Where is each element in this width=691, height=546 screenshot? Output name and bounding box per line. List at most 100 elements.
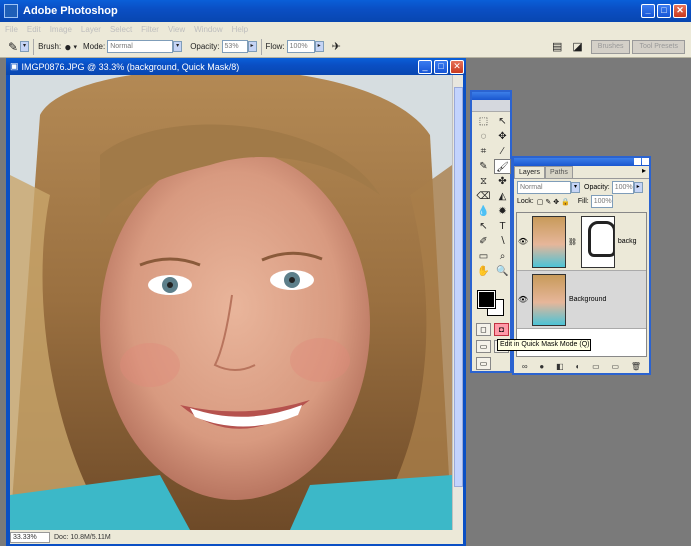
menu-help[interactable]: Help <box>232 25 248 34</box>
tab-layers[interactable]: Layers <box>514 166 546 178</box>
crop-tool-icon[interactable]: ⌗ <box>475 144 492 159</box>
zoom-field[interactable]: 33.33% <box>10 531 50 543</box>
eraser-tool-icon[interactable]: ⌫ <box>475 189 492 204</box>
blur-tool-icon[interactable]: 💧 <box>475 204 492 219</box>
photoshop-logo-icon <box>4 4 18 18</box>
fill-input[interactable]: 100% <box>590 195 613 208</box>
type-tool-icon[interactable]: T <box>494 219 511 234</box>
options-bar: ✎ ▾ Brush: ● ▾ Mode: Normal ▾ Opacity: 5… <box>0 36 691 58</box>
menu-file[interactable]: File <box>5 25 18 34</box>
add-mask-icon[interactable]: ◧ <box>556 362 564 374</box>
divider <box>33 38 35 55</box>
flow-label: Flow: <box>265 42 285 51</box>
screen-mode-standard-button[interactable]: ▭ <box>476 340 491 353</box>
doc-minimize-button[interactable]: _ <box>418 59 432 74</box>
opacity-input[interactable]: 53% <box>221 40 248 53</box>
layer-row[interactable]: 👁 ⛓ backg <box>517 213 646 271</box>
lock-position-icon[interactable]: ✥ <box>553 198 559 206</box>
well-tab-tool-presets[interactable]: Tool Presets <box>632 39 685 54</box>
history-brush-tool-icon[interactable]: ✤ <box>494 174 511 189</box>
layers-palette-title-bar[interactable] <box>514 158 649 166</box>
brush-tool-icon[interactable]: 🖌 <box>494 159 511 174</box>
lock-image-icon[interactable]: ✎ <box>545 198 551 206</box>
opacity-slider-icon[interactable]: ▸ <box>247 41 257 52</box>
menu-select[interactable]: Select <box>110 25 132 34</box>
link-layers-icon[interactable]: ∞ <box>522 362 528 374</box>
layer-mask-thumbnail[interactable] <box>580 215 615 268</box>
eye-icon[interactable]: 👁 <box>517 295 529 304</box>
palette-minimize-icon[interactable] <box>634 158 641 165</box>
magic-wand-tool-icon[interactable]: ✥ <box>494 129 511 144</box>
eyedropper-tool-icon[interactable]: ⌕ <box>494 249 511 264</box>
tools-palette-title-bar[interactable] <box>472 92 510 100</box>
brush-preset-icon[interactable]: ● <box>64 40 71 54</box>
eye-icon[interactable]: 👁 <box>517 237 529 246</box>
new-set-icon[interactable]: ▭ <box>592 362 600 374</box>
close-button[interactable]: ✕ <box>673 4 687 18</box>
menu-image[interactable]: Image <box>50 25 72 34</box>
palette-menu-icon[interactable]: ▸ <box>642 166 649 178</box>
notes-tool-icon[interactable]: ▭ <box>475 249 492 264</box>
lasso-tool-icon[interactable]: ◌ <box>475 129 492 144</box>
layer-opacity-slider-icon[interactable]: ▸ <box>633 181 643 193</box>
fill-label: Fill: <box>577 198 589 205</box>
adobe-online-icon[interactable] <box>472 100 510 112</box>
file-browser-icon[interactable]: ▤ <box>552 40 562 53</box>
line-tool-icon[interactable]: ∖ <box>494 234 511 249</box>
menu-filter[interactable]: Filter <box>141 25 159 34</box>
doc-maximize-button[interactable]: □ <box>434 59 448 74</box>
doc-close-button[interactable]: ✕ <box>450 59 464 74</box>
menu-edit[interactable]: Edit <box>27 25 41 34</box>
chain-link-icon[interactable]: ⛓ <box>568 238 577 246</box>
gradient-tool-icon[interactable]: ◭ <box>494 189 511 204</box>
minimize-button[interactable]: _ <box>641 4 655 18</box>
zoom-tool-icon[interactable]: 🔍 <box>494 264 511 279</box>
foreground-color-swatch[interactable] <box>477 290 496 309</box>
move-tool-icon[interactable]: ↖ <box>494 114 511 129</box>
app-title-bar: Adobe Photoshop _ □ ✕ <box>0 0 691 22</box>
layer-row[interactable]: 👁 Background <box>517 271 646 329</box>
menu-layer[interactable]: Layer <box>81 25 101 34</box>
layer-style-icon[interactable]: ● <box>539 362 544 374</box>
slice-tool-icon[interactable]: ∕ <box>494 144 511 159</box>
flow-slider-icon[interactable]: ▸ <box>314 41 324 52</box>
standard-mode-button[interactable]: ◻ <box>476 323 491 336</box>
marquee-tool-icon[interactable]: ⬚ <box>475 114 492 129</box>
healing-brush-tool-icon[interactable]: ✎ <box>475 159 492 174</box>
menu-window[interactable]: Window <box>194 25 222 34</box>
lock-all-icon[interactable]: 🔒 <box>561 198 570 206</box>
blend-mode-dropdown-icon[interactable]: ▾ <box>571 181 580 193</box>
mode-select[interactable]: Normal <box>107 40 174 53</box>
dodge-tool-icon[interactable]: ✹ <box>494 204 511 219</box>
trash-icon[interactable]: 🗑 <box>631 362 641 374</box>
flow-input[interactable]: 100% <box>286 40 315 53</box>
document-title-bar[interactable]: ▣ IMGP0876.JPG @ 33.3% (background, Quic… <box>6 58 466 75</box>
maximize-button[interactable]: □ <box>657 4 671 18</box>
quick-mask-mode-button[interactable]: ◘ <box>494 323 509 336</box>
scrollbar-thumb[interactable] <box>454 87 463 487</box>
mode-dropdown-icon[interactable]: ▾ <box>173 41 183 52</box>
well-tab-brushes[interactable]: Brushes <box>590 39 631 54</box>
new-layer-icon[interactable]: ▭ <box>611 362 619 374</box>
jump-to-imageready-button[interactable]: ▭ <box>476 357 491 370</box>
vertical-scrollbar[interactable] <box>452 75 463 530</box>
adjustment-layer-icon[interactable]: ◐ <box>575 362 580 374</box>
palette-well-icon[interactable]: ◪ <box>572 40 582 53</box>
layer-opacity-input[interactable]: 100% <box>611 180 634 194</box>
path-selection-tool-icon[interactable]: ↖ <box>475 219 492 234</box>
pen-tool-icon[interactable]: ✐ <box>475 234 492 249</box>
menubar: File Edit Image Layer Select Filter View… <box>0 22 691 36</box>
palette-close-icon[interactable] <box>642 158 649 165</box>
image-canvas[interactable] <box>10 75 452 530</box>
portrait-photo <box>10 75 452 530</box>
hand-tool-icon[interactable]: ✋ <box>475 264 492 279</box>
brush-dropdown-icon[interactable]: ▾ <box>73 43 77 51</box>
tool-preset-dropdown-icon[interactable]: ▾ <box>20 41 30 52</box>
lock-transparency-icon[interactable]: ▢ <box>537 198 544 206</box>
brush-tool-icon[interactable]: ✎ <box>8 40 18 54</box>
airbrush-icon[interactable]: ✈ <box>332 40 341 53</box>
tab-paths[interactable]: Paths <box>545 166 573 178</box>
clone-stamp-tool-icon[interactable]: ⧖ <box>475 174 492 189</box>
menu-view[interactable]: View <box>168 25 185 34</box>
blend-mode-select[interactable]: Normal <box>517 180 571 194</box>
